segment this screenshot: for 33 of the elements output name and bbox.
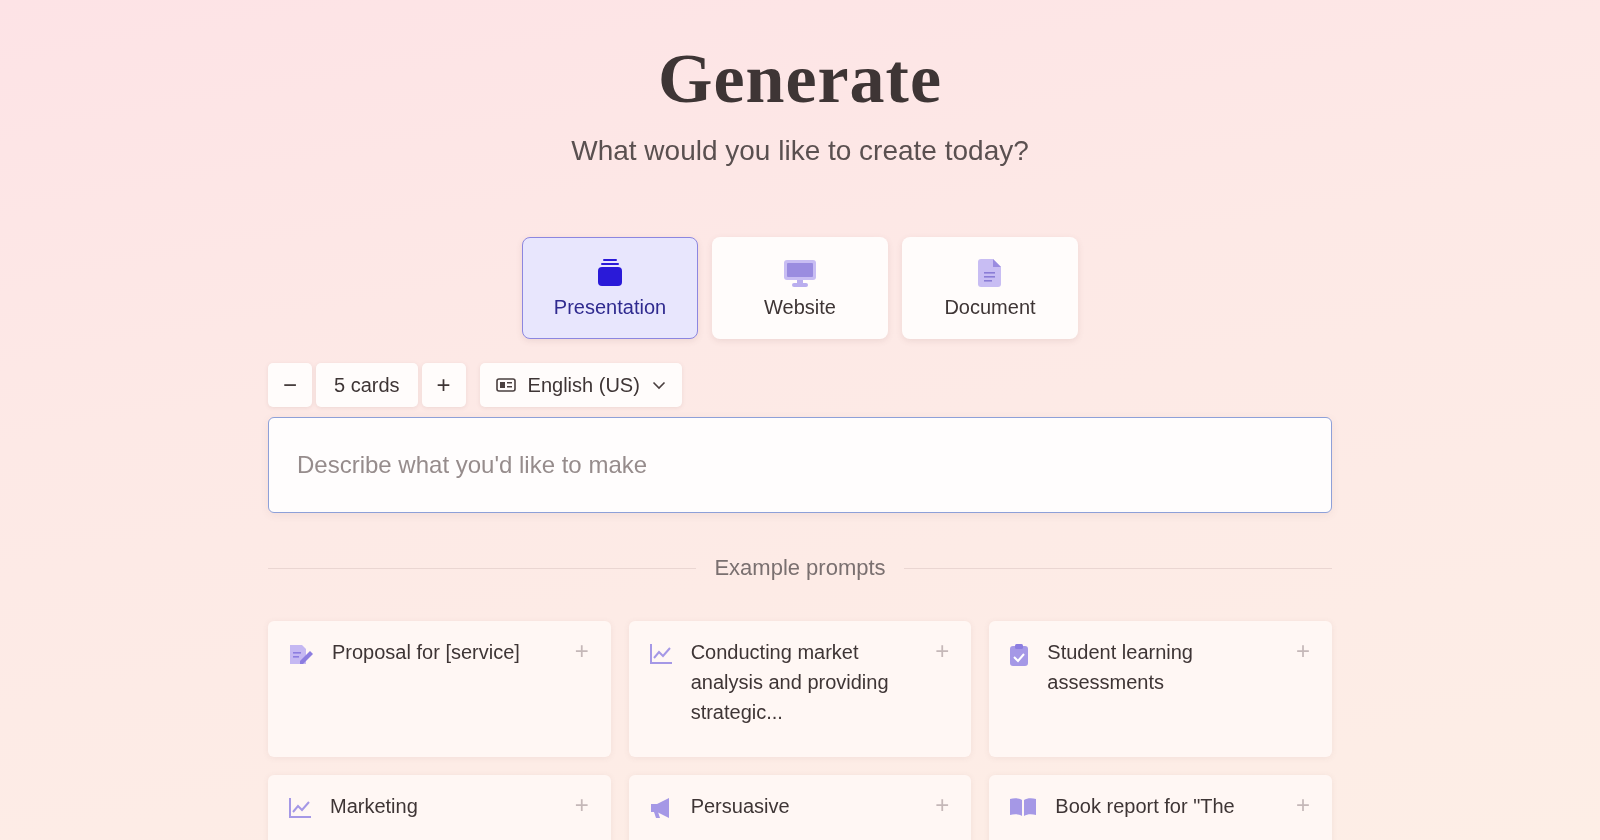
prompt-input[interactable]: Describe what you'd like to make [268, 417, 1332, 513]
monitor-icon [783, 257, 817, 288]
example-prompt-card[interactable]: Student learning assessments + [989, 621, 1332, 757]
stack-icon [595, 257, 625, 288]
decrement-button[interactable]: − [268, 363, 312, 407]
example-prompt-card[interactable]: Conducting market analysis and providing strategic... + [628, 621, 972, 757]
prompt-text: Conducting market analysis and providing strategic... [690, 640, 890, 725]
clipboard-check-icon [1009, 643, 1030, 667]
prompt-text: Persuasive [690, 794, 791, 819]
example-prompt-card[interactable]: Marketing + [268, 775, 611, 840]
prompt-text: Student learning assessments [1047, 640, 1194, 695]
section-heading: Example prompts [714, 555, 886, 581]
increment-button[interactable]: + [421, 363, 466, 407]
content-type-tab[interactable]: Website [712, 237, 888, 339]
page-subtitle: What would you like to create today? [571, 135, 1029, 167]
content-type-tab[interactable]: Presentation [522, 237, 698, 339]
line-chart-icon [288, 797, 312, 819]
prompt-text: Book report for "The [1055, 794, 1236, 819]
language-icon [495, 378, 516, 392]
edit-document-icon [288, 643, 314, 667]
chevron-down-icon [651, 380, 666, 390]
line-chart-icon [648, 643, 673, 665]
language-dropdown[interactable]: English (US) [479, 363, 682, 407]
prompt-text: Marketing [330, 794, 419, 819]
page-title: Generate [658, 40, 942, 117]
content-type-tab[interactable]: Document [902, 237, 1078, 339]
card-count: 5 cards [316, 363, 418, 407]
example-prompt-card[interactable]: Persuasive + [628, 775, 972, 840]
prompt-text: Proposal for [service] [332, 640, 521, 665]
example-prompt-card[interactable]: Book report for "The + [989, 775, 1332, 840]
document-icon [978, 257, 1002, 288]
book-icon [1009, 797, 1038, 817]
example-prompt-card[interactable]: Proposal for [service] + [268, 621, 611, 757]
